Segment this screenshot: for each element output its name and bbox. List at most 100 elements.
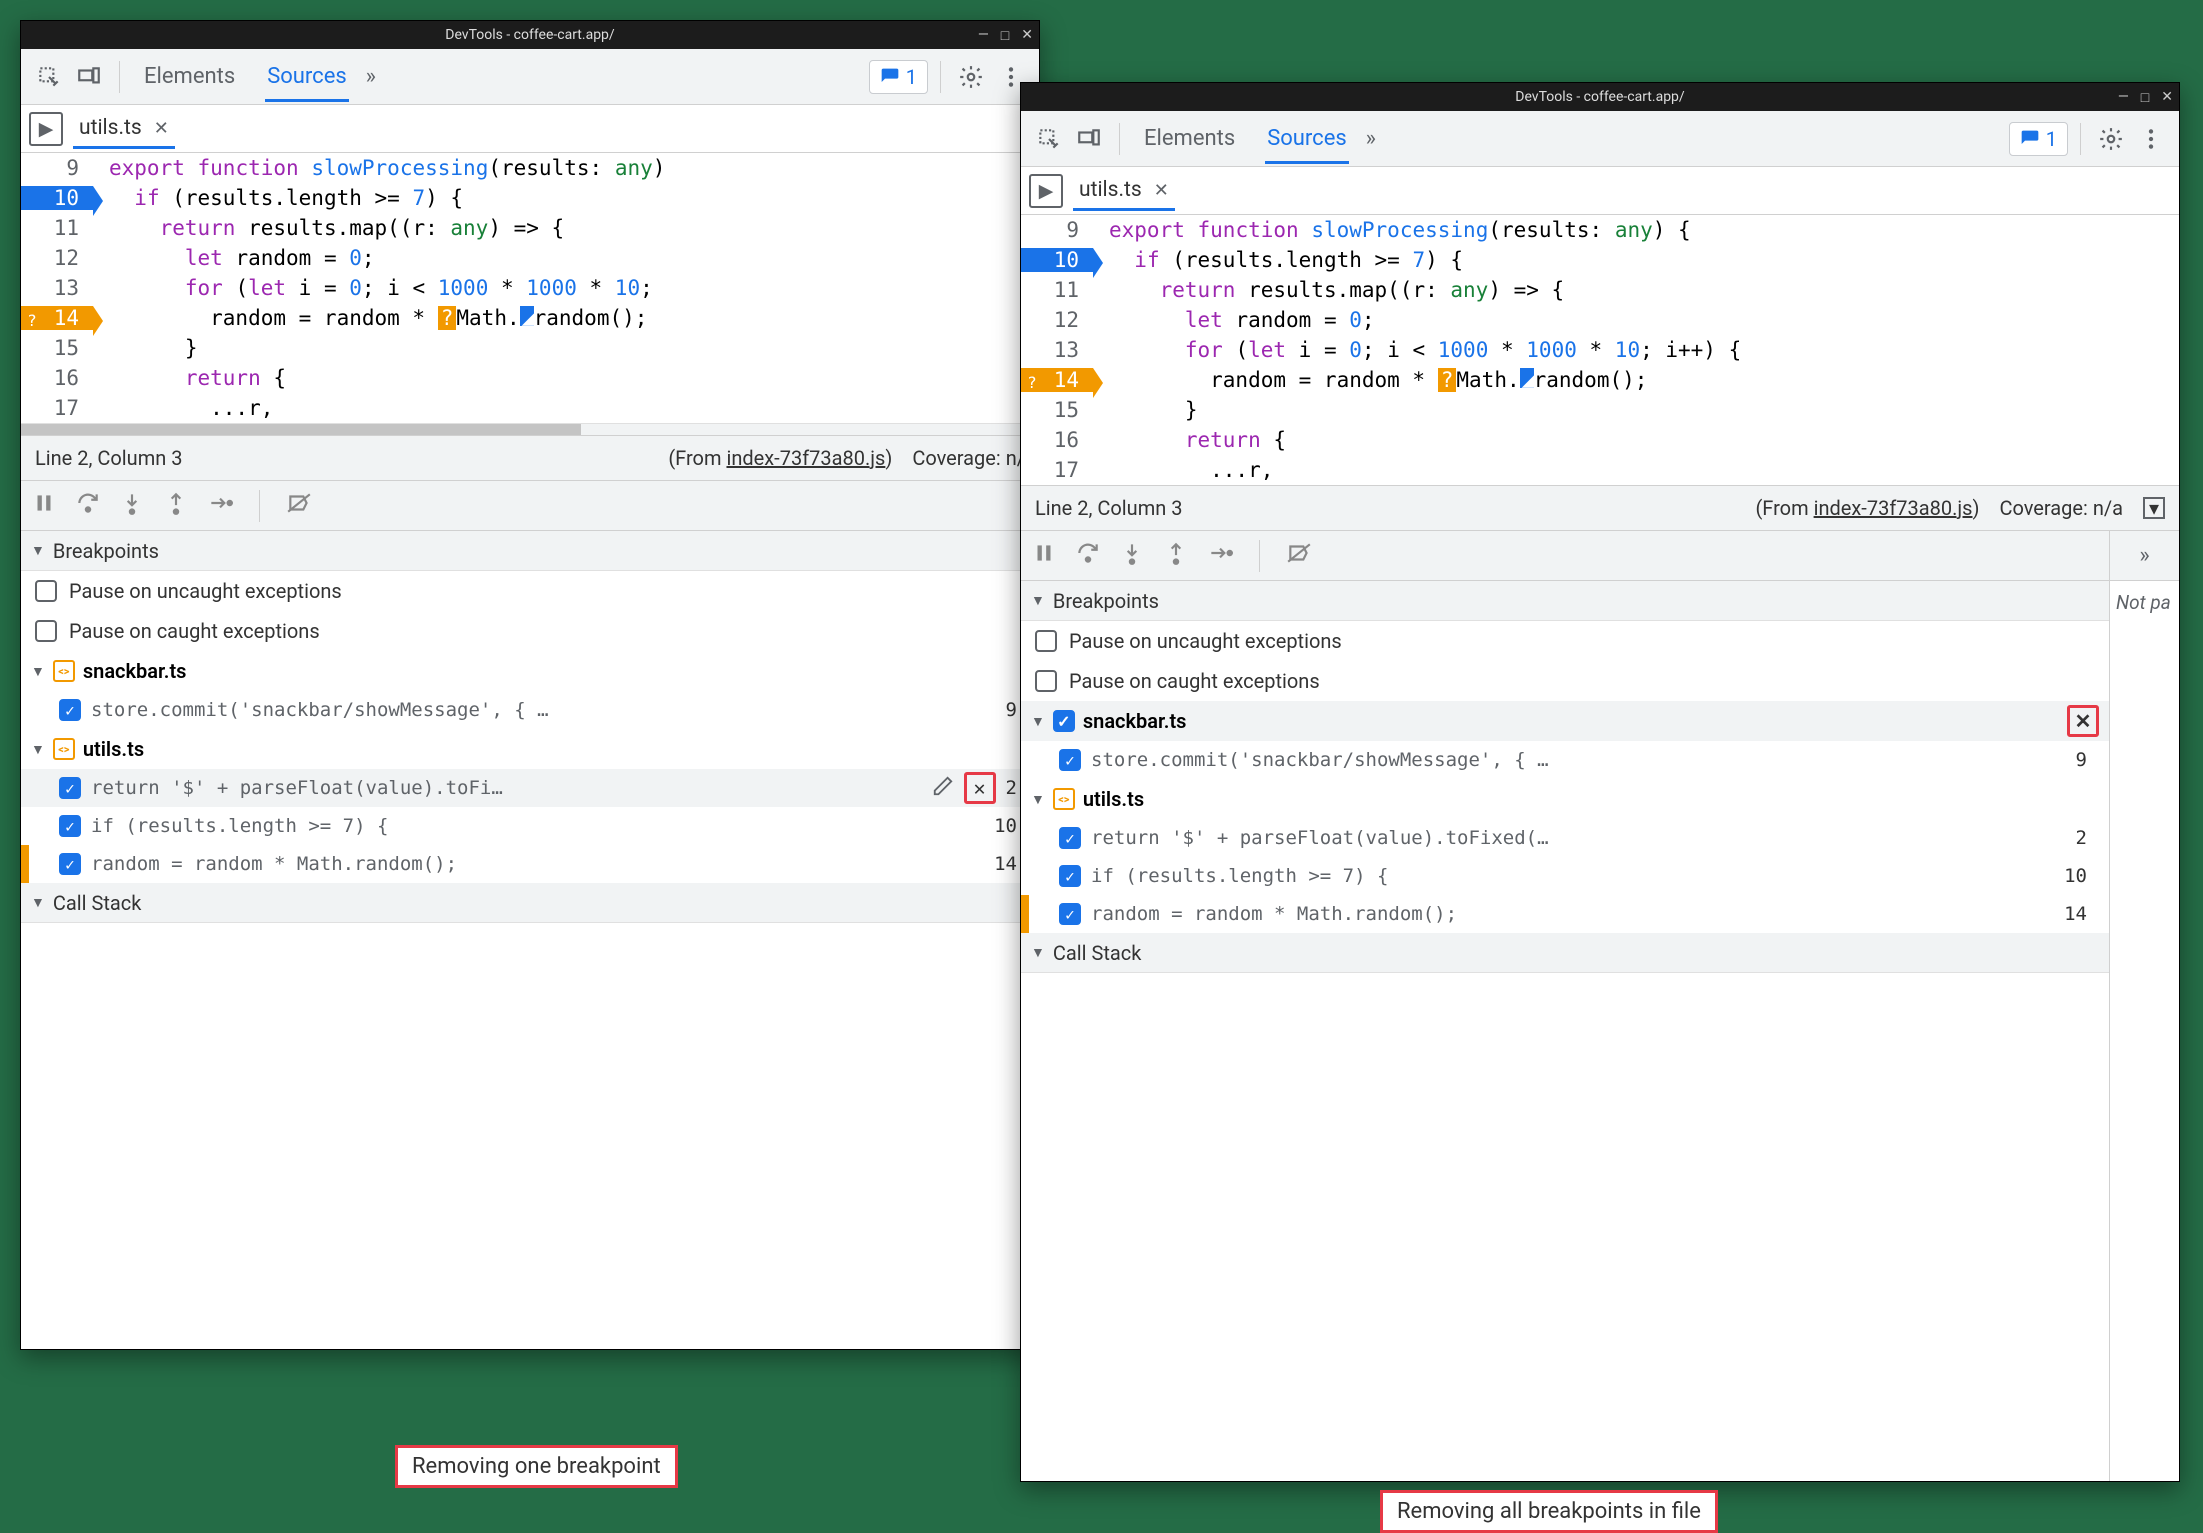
line-number[interactable]: 15 (1021, 398, 1093, 422)
breakpoint-row[interactable]: ✓ if (results.length >= 7) { 10 (21, 807, 1039, 845)
breakpoints-section-header[interactable]: ▼ Breakpoints (21, 531, 1039, 571)
inspect-icon[interactable] (31, 59, 67, 95)
callstack-section-header[interactable]: ▼ Call Stack (1021, 933, 2109, 973)
line-number[interactable]: 13 (21, 276, 93, 300)
console-messages-badge[interactable]: 1 (869, 60, 928, 94)
line-number[interactable]: 12 (21, 246, 93, 270)
pause-uncaught-row[interactable]: Pause on uncaught exceptions (1021, 621, 2109, 661)
close-file-icon[interactable]: ✕ (1154, 180, 1169, 201)
device-icon[interactable] (71, 59, 107, 95)
line-number[interactable]: 17 (1021, 458, 1093, 482)
step-icon[interactable] (207, 490, 233, 521)
close-file-icon[interactable]: ✕ (154, 118, 169, 139)
pause-caught-row[interactable]: Pause on caught exceptions (21, 611, 1039, 651)
line-number[interactable]: 16 (1021, 428, 1093, 452)
more-tabs-icon[interactable]: » (353, 59, 389, 95)
pause-icon[interactable] (31, 490, 57, 521)
line-number[interactable]: 11 (21, 216, 93, 240)
line-number[interactable]: 17 (21, 396, 93, 420)
side-panel-more[interactable]: » (2110, 531, 2179, 581)
checkbox-checked[interactable]: ✓ (59, 815, 81, 837)
breakpoint-file-group[interactable]: ▼ <> utils.ts (1021, 779, 2109, 819)
checkbox-checked[interactable]: ✓ (1059, 827, 1081, 849)
line-number[interactable]: 11 (1021, 278, 1093, 302)
breakpoint-row[interactable]: ✓ return '$' + parseFloat(value).toFixed… (1021, 819, 2109, 857)
breakpoint-row[interactable]: ✓ store.commit('snackbar/showMessage', {… (21, 691, 1039, 729)
step-icon[interactable] (1207, 540, 1233, 571)
console-messages-badge[interactable]: 1 (2009, 122, 2068, 156)
breakpoint-row[interactable]: ✓ if (results.length >= 7) { 10 (1021, 857, 2109, 895)
minimize-icon[interactable]: — (978, 27, 989, 44)
breakpoint-row[interactable]: ✓ store.commit('snackbar/showMessage', {… (1021, 741, 2109, 779)
line-number[interactable]: 9 (1021, 218, 1093, 242)
pause-icon[interactable] (1031, 540, 1057, 571)
line-number[interactable]: 9 (21, 156, 93, 180)
horizontal-scrollbar[interactable] (21, 423, 1039, 435)
remove-breakpoint-icon[interactable]: ✕ (974, 776, 986, 800)
line-number-breakpoint[interactable]: 10 (1021, 248, 1093, 272)
checkbox[interactable] (35, 580, 57, 602)
step-into-icon[interactable] (119, 490, 145, 521)
line-number-breakpoint[interactable]: 10 (21, 186, 93, 210)
pause-uncaught-row[interactable]: Pause on uncaught exceptions (21, 571, 1039, 611)
checkbox-checked[interactable]: ✓ (1059, 865, 1081, 887)
line-number[interactable]: 16 (21, 366, 93, 390)
line-number-breakpoint-conditional[interactable]: ?14 (1021, 368, 1093, 392)
tab-sources[interactable]: Sources (265, 52, 349, 102)
step-over-icon[interactable] (75, 490, 101, 521)
deactivate-breakpoints-icon[interactable] (286, 490, 312, 521)
breakpoint-file-group[interactable]: ▼ <> snackbar.ts (21, 651, 1039, 691)
step-over-icon[interactable] (1075, 540, 1101, 571)
line-number[interactable]: 12 (1021, 308, 1093, 332)
code-editor[interactable]: 9export function slowProcessing(results:… (1021, 215, 2179, 485)
checkbox-checked[interactable]: ✓ (59, 699, 81, 721)
pause-caught-row[interactable]: Pause on caught exceptions (1021, 661, 2109, 701)
tab-elements[interactable]: Elements (142, 52, 237, 102)
checkbox-checked[interactable]: ✓ (1053, 710, 1075, 732)
tab-elements[interactable]: Elements (1142, 114, 1237, 164)
gear-icon[interactable] (2093, 121, 2129, 157)
gear-icon[interactable] (953, 59, 989, 95)
more-tabs-icon[interactable]: » (1353, 121, 1389, 157)
navigator-toggle-icon[interactable]: ▶ (29, 112, 63, 146)
line-number-breakpoint-conditional[interactable]: ?14 (21, 306, 93, 330)
line-number[interactable]: 13 (1021, 338, 1093, 362)
maximize-icon[interactable]: □ (1001, 27, 1009, 44)
sourcemap-link[interactable]: index-73f73a80.js (726, 446, 885, 470)
device-icon[interactable] (1071, 121, 1107, 157)
remove-all-breakpoints-icon[interactable]: ✕ (2075, 709, 2092, 733)
checkbox[interactable] (35, 620, 57, 642)
file-tab-utils[interactable]: utils.ts ✕ (1073, 170, 1175, 211)
checkbox-checked[interactable]: ✓ (1059, 903, 1081, 925)
breakpoint-row-hover[interactable]: ✓ return '$' + parseFloat(value).toFi… ✕… (21, 769, 1039, 807)
checkbox[interactable] (1035, 670, 1057, 692)
checkbox-checked[interactable]: ✓ (59, 777, 81, 799)
minimize-icon[interactable]: — (2118, 89, 2129, 106)
sourcemap-link[interactable]: index-73f73a80.js (1814, 496, 1973, 520)
inspect-icon[interactable] (1031, 121, 1067, 157)
file-tab-utils[interactable]: utils.ts ✕ (73, 108, 175, 149)
breakpoint-row[interactable]: ✓ random = random * Math.random(); 14 (1021, 895, 2109, 933)
edit-icon[interactable] (932, 775, 954, 802)
breakpoint-file-group[interactable]: ▼ <> utils.ts (21, 729, 1039, 769)
step-out-icon[interactable] (1163, 540, 1189, 571)
code-editor[interactable]: 9export function slowProcessing(results:… (21, 153, 1039, 435)
breakpoint-row[interactable]: ✓ random = random * Math.random(); 14 (21, 845, 1039, 883)
maximize-icon[interactable]: □ (2141, 89, 2149, 106)
close-icon[interactable]: ✕ (1021, 27, 1033, 44)
navigator-toggle-icon[interactable]: ▶ (1029, 174, 1063, 208)
deactivate-breakpoints-icon[interactable] (1286, 540, 1312, 571)
tab-sources[interactable]: Sources (1265, 114, 1349, 164)
callstack-section-header[interactable]: ▼ Call Stack (21, 883, 1039, 923)
breakpoints-section-header[interactable]: ▼ Breakpoints (1021, 581, 2109, 621)
kebab-icon[interactable] (2133, 121, 2169, 157)
checkbox[interactable] (1035, 630, 1057, 652)
breakpoint-file-group-hover[interactable]: ▼ ✓ snackbar.ts ✕ (1021, 701, 2109, 741)
step-out-icon[interactable] (163, 490, 189, 521)
checkbox-checked[interactable]: ✓ (59, 853, 81, 875)
step-into-icon[interactable] (1119, 540, 1145, 571)
close-icon[interactable]: ✕ (2161, 89, 2173, 106)
checkbox-checked[interactable]: ✓ (1059, 749, 1081, 771)
coverage-toggle-icon[interactable]: ▾ (2143, 497, 2165, 519)
line-number[interactable]: 15 (21, 336, 93, 360)
